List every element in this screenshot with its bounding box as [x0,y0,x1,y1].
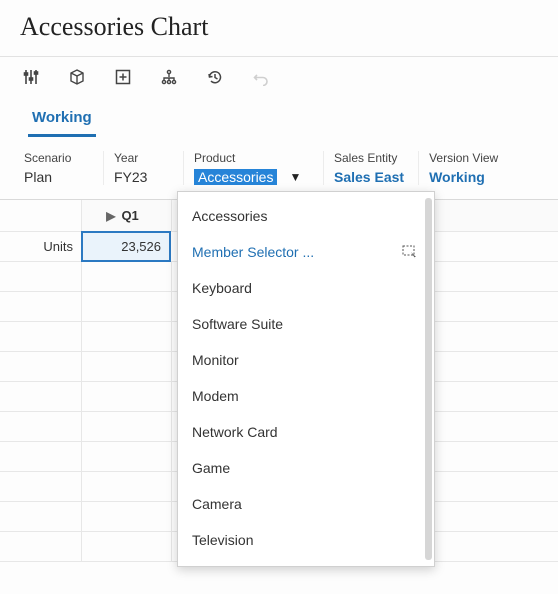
expand-right-icon[interactable]: ▶ [106,209,115,223]
dim-product[interactable]: Product Accessories ▼ [184,151,324,185]
menu-item-camera[interactable]: Camera [178,486,434,522]
dim-scenario-label: Scenario [24,151,89,165]
product-dropdown-menu: Accessories Member Selector ... Keyboard… [177,191,435,567]
dim-sales-entity-value[interactable]: Sales East [334,169,404,185]
grid-corner [0,200,82,231]
dim-scenario: Scenario Plan [24,151,104,185]
menu-item-label: Monitor [192,352,239,368]
cell-units-q1[interactable]: 23,526 [81,231,171,262]
selector-cursor-icon [402,245,420,259]
scrollbar[interactable] [425,198,432,560]
dim-year-value: FY23 [114,169,169,185]
menu-item-keyboard[interactable]: Keyboard [178,270,434,306]
menu-item-label: Network Card [192,424,278,440]
menu-item-label: Member Selector ... [192,244,314,260]
dim-version-view[interactable]: Version View Working [419,151,512,185]
dim-sales-entity[interactable]: Sales Entity Sales East [324,151,419,185]
menu-item-label: Game [192,460,230,476]
dim-year: Year FY23 [104,151,184,185]
dim-version-view-value[interactable]: Working [429,169,498,185]
menu-item-software-suite[interactable]: Software Suite [178,306,434,342]
tabs: Working [0,97,558,137]
menu-item-monitor[interactable]: Monitor [178,342,434,378]
col-header-q1[interactable]: ▶ Q1 [82,200,172,231]
dim-scenario-value: Plan [24,169,89,185]
menu-item-label: Keyboard [192,280,252,296]
menu-item-label: Accessories [192,208,267,224]
menu-item-accessories[interactable]: Accessories [178,198,434,234]
menu-item-label: Television [192,532,253,548]
menu-item-network-card[interactable]: Network Card [178,414,434,450]
cube-icon[interactable] [68,68,86,86]
menu-item-label: Software Suite [192,316,283,332]
dim-version-view-label: Version View [429,151,498,165]
dim-year-label: Year [114,151,169,165]
toolbar [0,57,558,97]
menu-item-label: Modem [192,388,239,404]
history-icon[interactable] [206,68,224,86]
dim-product-label: Product [194,151,309,165]
pov-bar: Scenario Plan Year FY23 Product Accessor… [0,137,558,189]
tab-working[interactable]: Working [28,103,96,137]
chevron-down-icon[interactable]: ▼ [289,170,301,184]
add-note-icon[interactable] [114,68,132,86]
sliders-icon[interactable] [22,68,40,86]
undo-icon [252,68,270,86]
col-header-label: Q1 [121,208,138,223]
menu-item-modem[interactable]: Modem [178,378,434,414]
menu-item-television[interactable]: Television [178,522,434,558]
menu-item-game[interactable]: Game [178,450,434,486]
row-header-units[interactable]: Units [0,232,82,261]
hierarchy-icon[interactable] [160,68,178,86]
menu-item-label: Camera [192,496,242,512]
page-title: Accessories Chart [0,0,558,56]
dim-sales-entity-label: Sales Entity [334,151,404,165]
dim-product-value[interactable]: Accessories [194,169,277,185]
menu-item-member-selector[interactable]: Member Selector ... [178,234,434,270]
